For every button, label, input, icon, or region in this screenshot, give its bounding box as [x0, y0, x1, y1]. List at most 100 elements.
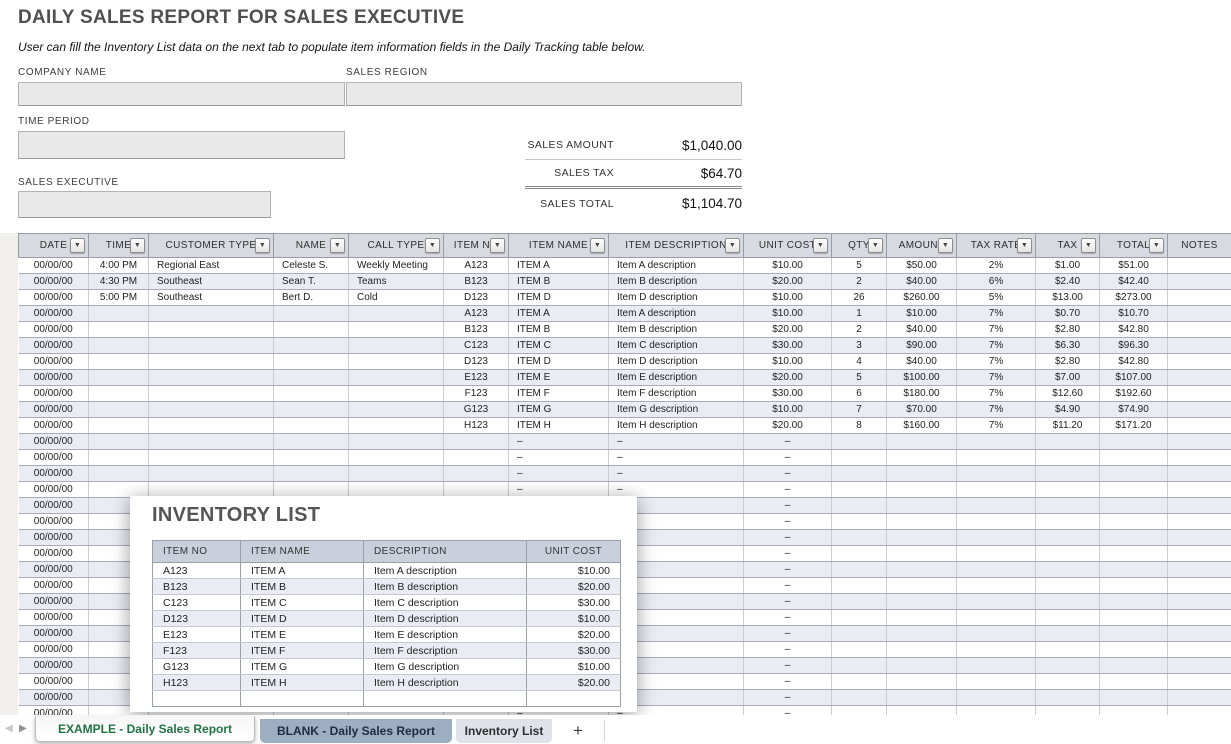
cell[interactable]: ITEM A	[509, 306, 609, 322]
cell[interactable]: Sean T.	[274, 274, 349, 290]
cell[interactable]	[349, 306, 444, 322]
cell[interactable]	[1100, 642, 1168, 658]
cell[interactable]: 00/00/00	[19, 594, 89, 610]
cell[interactable]	[1100, 610, 1168, 626]
cell[interactable]: Item C description	[609, 338, 744, 354]
cell[interactable]: 00/00/00	[19, 418, 89, 434]
cell[interactable]: $50.00	[887, 258, 957, 274]
cell[interactable]	[832, 626, 887, 642]
cell[interactable]: $192.60	[1100, 386, 1168, 402]
cell[interactable]: E123	[444, 370, 509, 386]
cell[interactable]: Item F description	[609, 386, 744, 402]
cell[interactable]: $10.00	[744, 402, 832, 418]
cell[interactable]	[149, 434, 274, 450]
filter-button[interactable]: ▼	[938, 238, 953, 253]
cell[interactable]: 6	[832, 386, 887, 402]
cell[interactable]	[957, 450, 1036, 466]
cell[interactable]: Regional East	[149, 258, 274, 274]
cell[interactable]	[1036, 530, 1100, 546]
cell[interactable]	[241, 691, 364, 707]
cell[interactable]	[1036, 450, 1100, 466]
cell[interactable]	[1168, 482, 1231, 498]
cell[interactable]	[887, 706, 957, 716]
cell[interactable]: $10.00	[744, 354, 832, 370]
cell[interactable]: Item C description	[364, 595, 527, 611]
cell[interactable]	[1036, 482, 1100, 498]
cell[interactable]	[149, 306, 274, 322]
cell[interactable]: 00/00/00	[19, 642, 89, 658]
cell[interactable]	[1168, 306, 1231, 322]
cell[interactable]	[1036, 434, 1100, 450]
company-name-input[interactable]	[18, 82, 345, 106]
cell[interactable]: $13.00	[1036, 290, 1100, 306]
cell[interactable]	[149, 338, 274, 354]
cell[interactable]: F123	[444, 386, 509, 402]
cell[interactable]: 00/00/00	[19, 370, 89, 386]
cell[interactable]: ITEM G	[509, 402, 609, 418]
cell[interactable]	[832, 514, 887, 530]
cell[interactable]: $20.00	[744, 322, 832, 338]
cell[interactable]: Southeast	[149, 290, 274, 306]
cell[interactable]: –	[509, 466, 609, 482]
cell[interactable]	[1168, 434, 1231, 450]
cell[interactable]	[349, 386, 444, 402]
sales-executive-input[interactable]	[18, 191, 271, 218]
cell[interactable]	[274, 402, 349, 418]
cell[interactable]: –	[744, 530, 832, 546]
cell[interactable]	[274, 450, 349, 466]
cell[interactable]: –	[609, 466, 744, 482]
cell[interactable]: $90.00	[887, 338, 957, 354]
cell[interactable]: ITEM D	[509, 354, 609, 370]
cell[interactable]: 00/00/00	[19, 434, 89, 450]
cell[interactable]	[1100, 658, 1168, 674]
cell[interactable]	[887, 562, 957, 578]
cell[interactable]	[1168, 578, 1231, 594]
cell[interactable]	[957, 498, 1036, 514]
cell[interactable]	[1036, 466, 1100, 482]
cell[interactable]: 00/00/00	[19, 498, 89, 514]
cell[interactable]	[957, 434, 1036, 450]
cell[interactable]	[1100, 690, 1168, 706]
cell[interactable]: ITEM D	[509, 290, 609, 306]
cell[interactable]	[887, 690, 957, 706]
cell[interactable]: E123	[153, 627, 241, 643]
cell[interactable]	[832, 610, 887, 626]
cell[interactable]	[274, 466, 349, 482]
cell[interactable]	[887, 482, 957, 498]
cell[interactable]: ITEM E	[509, 370, 609, 386]
cell[interactable]: H123	[444, 418, 509, 434]
cell[interactable]: $30.00	[744, 338, 832, 354]
cell[interactable]: $6.30	[1036, 338, 1100, 354]
cell[interactable]	[887, 610, 957, 626]
cell[interactable]: ITEM G	[241, 659, 364, 675]
cell[interactable]	[957, 514, 1036, 530]
cell[interactable]: 7%	[957, 322, 1036, 338]
cell[interactable]	[832, 562, 887, 578]
cell[interactable]	[349, 434, 444, 450]
cell[interactable]	[89, 338, 149, 354]
cell[interactable]: 00/00/00	[19, 482, 89, 498]
cell[interactable]	[832, 674, 887, 690]
cell[interactable]: 7%	[957, 338, 1036, 354]
cell[interactable]: Cold	[349, 290, 444, 306]
cell[interactable]: –	[609, 434, 744, 450]
cell[interactable]	[349, 450, 444, 466]
cell[interactable]	[1036, 498, 1100, 514]
cell[interactable]: Item H description	[609, 418, 744, 434]
cell[interactable]	[89, 418, 149, 434]
cell[interactable]	[1168, 674, 1231, 690]
cell[interactable]	[887, 674, 957, 690]
cell[interactable]: ITEM D	[241, 611, 364, 627]
cell[interactable]: ITEM H	[241, 675, 364, 691]
cell[interactable]	[887, 658, 957, 674]
cell[interactable]: ITEM F	[241, 643, 364, 659]
cell[interactable]: 00/00/00	[19, 674, 89, 690]
cell[interactable]: A123	[444, 258, 509, 274]
cell[interactable]	[832, 658, 887, 674]
filter-button[interactable]: ▼	[490, 238, 505, 253]
cell[interactable]	[1036, 690, 1100, 706]
cell[interactable]	[887, 546, 957, 562]
cell[interactable]: $96.30	[1100, 338, 1168, 354]
cell[interactable]	[444, 434, 509, 450]
cell[interactable]: 00/00/00	[19, 610, 89, 626]
